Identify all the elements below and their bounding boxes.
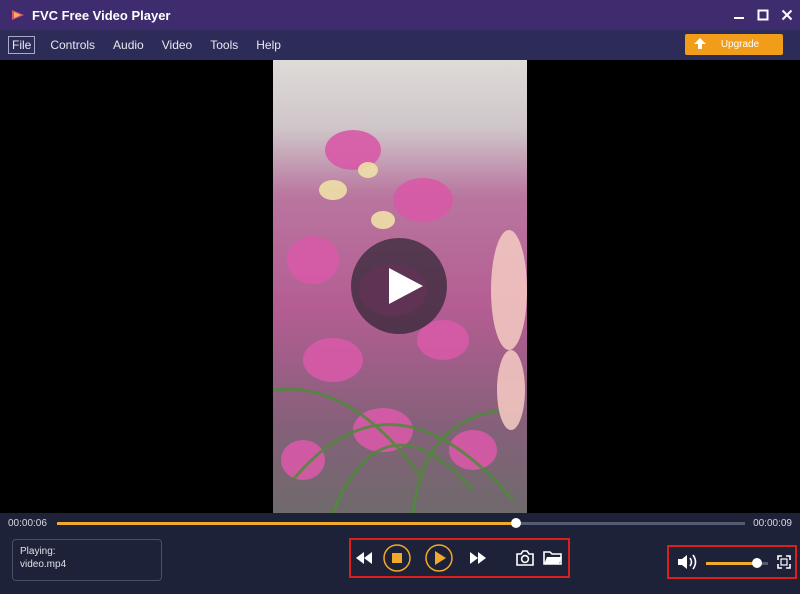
menu-file[interactable]: File <box>8 36 36 54</box>
volume-slider-fill <box>706 562 757 565</box>
volume-slider[interactable] <box>706 558 768 568</box>
stop-icon <box>383 544 411 572</box>
volume-icon <box>678 554 697 570</box>
fast-forward-button[interactable] <box>469 550 487 571</box>
menu-audio[interactable]: Audio <box>110 37 147 53</box>
upgrade-button[interactable]: Upgrade <box>685 34 783 55</box>
playback-controls <box>349 538 570 578</box>
open-folder-icon <box>543 551 562 565</box>
maximize-button[interactable] <box>752 4 774 26</box>
seek-bar-thumb[interactable] <box>510 518 521 528</box>
center-play-button[interactable] <box>351 238 447 334</box>
play-icon <box>425 544 453 572</box>
rewind-icon <box>356 552 372 564</box>
menu-controls[interactable]: Controls <box>47 37 98 53</box>
minimize-icon <box>734 17 744 19</box>
menu-bar: File Controls Audio Video Tools Help <box>0 30 800 60</box>
fullscreen-button[interactable] <box>777 555 791 574</box>
fullscreen-icon <box>777 555 791 569</box>
progress-row: 00:00:06 00:00:09 <box>0 513 800 535</box>
play-icon <box>389 268 423 304</box>
seek-bar-fill <box>57 522 516 525</box>
close-button[interactable] <box>776 4 798 26</box>
control-bar: Playing: video.mp4 <box>0 535 800 594</box>
video-display[interactable] <box>0 60 800 513</box>
play-triangle-icon <box>12 10 24 20</box>
maximize-icon <box>757 9 769 21</box>
upload-arrow-icon <box>694 38 706 49</box>
mute-button[interactable] <box>677 553 699 576</box>
current-time: 00:00:06 <box>8 518 47 529</box>
stop-button[interactable] <box>383 544 411 577</box>
menu-tools[interactable]: Tools <box>207 37 241 53</box>
upgrade-label: Upgrade <box>720 39 760 50</box>
title-bar: FVC Free Video Player <box>0 0 800 30</box>
close-icon <box>781 9 793 21</box>
fast-forward-icon <box>470 552 486 564</box>
seek-bar[interactable] <box>57 518 745 528</box>
app-title: FVC Free Video Player <box>32 7 171 23</box>
rewind-button[interactable] <box>355 550 373 571</box>
menu-video[interactable]: Video <box>159 37 195 53</box>
total-time: 00:00:09 <box>753 518 792 529</box>
snapshot-camera-icon <box>516 550 534 566</box>
playing-status-label: Playing: <box>20 546 56 557</box>
volume-slider-thumb[interactable] <box>751 558 762 568</box>
open-file-button[interactable] <box>543 550 563 571</box>
minimize-button[interactable] <box>728 4 750 26</box>
window-controls <box>728 0 800 30</box>
menu-help[interactable]: Help <box>253 37 284 53</box>
volume-controls <box>667 545 797 579</box>
play-button[interactable] <box>425 544 453 577</box>
now-playing-box: Playing: video.mp4 <box>12 539 162 581</box>
snapshot-button[interactable] <box>515 550 535 571</box>
playing-file-name: video.mp4 <box>20 559 67 570</box>
